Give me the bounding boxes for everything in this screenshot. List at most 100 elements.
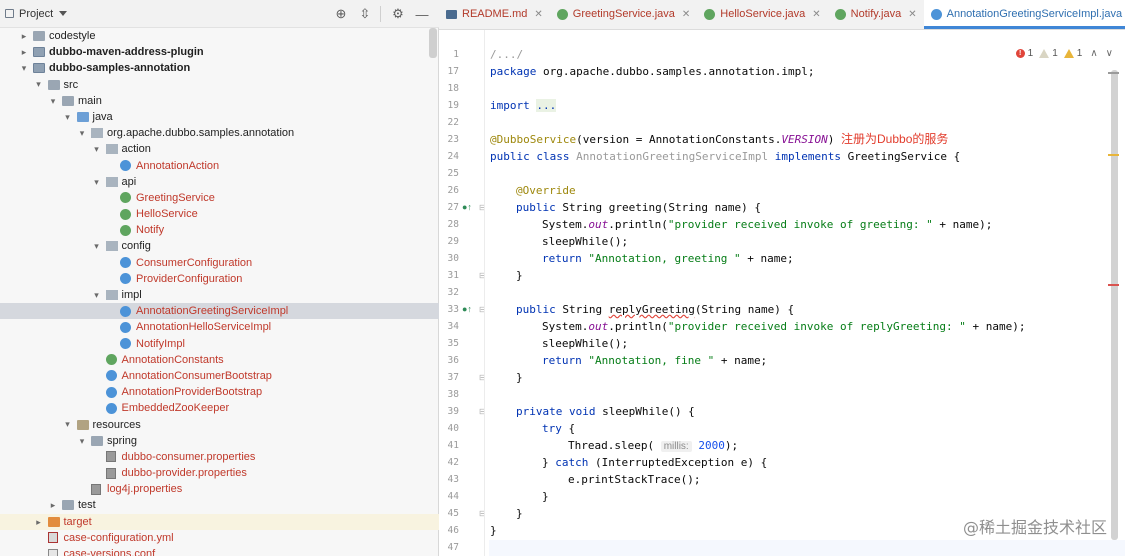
inspection-widget[interactable]: ! 1 1 1 ∧ ∨ <box>1010 48 1113 59</box>
tree-item[interactable]: ▾ src <box>0 77 439 93</box>
tree-scrollbar[interactable] <box>429 28 437 58</box>
line-number[interactable]: 31 <box>439 270 459 281</box>
tree-item[interactable]: ▾ config <box>0 238 439 254</box>
line-number[interactable]: 32 <box>439 287 459 298</box>
line-number[interactable]: 35 <box>439 338 459 349</box>
line-number[interactable]: 22 <box>439 117 459 128</box>
tree-item[interactable]: log4j.properties <box>0 481 439 497</box>
chevron-down-icon[interactable]: ▾ <box>33 77 45 93</box>
tree-item[interactable]: dubbo-provider.properties <box>0 465 439 481</box>
chevron-down-icon[interactable]: ▾ <box>91 287 103 303</box>
line-number[interactable]: 38 <box>439 389 459 400</box>
tree-item[interactable]: AnnotationHelloServiceImpl <box>0 319 439 335</box>
folded-imports[interactable]: ... <box>536 99 557 112</box>
line-number[interactable]: 34 <box>439 321 459 332</box>
tree-item[interactable]: case-versions.conf <box>0 546 439 556</box>
tree-item[interactable]: case-configuration.yml <box>0 530 439 546</box>
line-number[interactable]: 36 <box>439 355 459 366</box>
collapsed-header-comment[interactable]: /.../ <box>490 48 523 61</box>
tree-item[interactable]: AnnotationAction <box>0 158 439 174</box>
code-editor[interactable]: 1 17 18 19 22 23 24 25 26 27 28 29 30 31 32 33 34 35 36 37 3… <box>439 30 1125 556</box>
chevron-down-icon[interactable]: ▾ <box>91 141 103 157</box>
line-number[interactable]: 17 <box>439 66 459 77</box>
line-number[interactable]: 37 <box>439 372 459 383</box>
method-name-with-error[interactable]: replyGreeting <box>609 303 695 316</box>
previous-problem-icon[interactable]: ∧ <box>1090 48 1097 59</box>
line-number[interactable]: 43 <box>439 474 459 485</box>
line-number[interactable]: 1 <box>439 49 459 60</box>
next-problem-icon[interactable]: ∨ <box>1106 48 1113 59</box>
tree-item[interactable]: ▾ api <box>0 174 439 190</box>
tree-item[interactable]: GreetingService <box>0 190 439 206</box>
line-number[interactable]: 47 <box>439 542 459 553</box>
warning-stripe-mark[interactable] <box>1108 154 1119 156</box>
chevron-down-icon[interactable]: ▾ <box>91 238 103 254</box>
warning-count[interactable]: 1 <box>1039 48 1058 59</box>
editor-tab[interactable]: GreetingService.java ✕ <box>550 0 698 29</box>
tree-item[interactable]: AnnotationConstants <box>0 352 439 368</box>
tree-item[interactable]: AnnotationProviderBootstrap <box>0 384 439 400</box>
chevron-down-icon[interactable]: ▾ <box>76 433 88 449</box>
close-icon[interactable]: ✕ <box>908 9 916 20</box>
error-count[interactable]: ! 1 <box>1015 48 1033 59</box>
line-number[interactable]: 18 <box>439 83 459 94</box>
close-icon[interactable]: ✕ <box>812 9 820 20</box>
line-number[interactable]: 40 <box>439 423 459 434</box>
line-number[interactable]: 46 <box>439 525 459 536</box>
tree-item[interactable]: EmbeddedZooKeeper <box>0 400 439 416</box>
line-number[interactable]: 33 <box>439 304 459 315</box>
line-number[interactable]: 28 <box>439 219 459 230</box>
tree-item[interactable]: ▸ test <box>0 497 439 513</box>
tree-item[interactable]: ▸ target <box>0 513 439 530</box>
line-number[interactable]: 39 <box>439 406 459 417</box>
tree-item[interactable]: NotifyImpl <box>0 336 439 352</box>
tree-item[interactable]: AnnotationGreetingServiceImpl <box>0 303 439 320</box>
scrollbar-thumb[interactable] <box>1111 70 1118 540</box>
editor-tab[interactable]: README.md ✕ <box>439 0 550 29</box>
editor-tab[interactable]: HelloService.java ✕ <box>697 0 827 29</box>
tree-item[interactable]: dubbo-consumer.properties <box>0 449 439 465</box>
line-number[interactable]: 41 <box>439 440 459 451</box>
editor-tab[interactable]: Notify.java ✕ <box>828 0 924 29</box>
tree-item[interactable]: ▾ main <box>0 93 439 109</box>
chevron-down-icon[interactable]: ▾ <box>47 93 59 109</box>
line-number[interactable]: 30 <box>439 253 459 264</box>
minimize-icon[interactable]: — <box>411 3 433 25</box>
tree-item[interactable]: Notify <box>0 222 439 238</box>
tree-item[interactable]: ▾ spring <box>0 433 439 449</box>
tree-item[interactable]: ▾ dubbo-samples-annotation <box>0 60 439 76</box>
line-number[interactable]: 19 <box>439 100 459 111</box>
tree-item[interactable]: AnnotationConsumerBootstrap <box>0 368 439 384</box>
editor-tab[interactable]: AnnotationGreetingServiceImpl.java✕ <box>923 0 1125 29</box>
tree-item[interactable]: ConsumerConfiguration <box>0 255 439 271</box>
tree-item[interactable]: ProviderConfiguration <box>0 271 439 287</box>
line-number[interactable]: 44 <box>439 491 459 502</box>
chevron-right-icon[interactable]: ▸ <box>18 44 30 60</box>
line-number[interactable]: 29 <box>439 236 459 247</box>
close-icon[interactable]: ✕ <box>534 9 542 20</box>
line-number[interactable]: 27 <box>439 202 459 213</box>
close-icon[interactable]: ✕ <box>682 9 690 20</box>
tree-item[interactable]: ▸ codestyle <box>0 28 439 44</box>
tree-item[interactable]: ▾ java <box>0 109 439 125</box>
chevron-down-icon[interactable]: ▾ <box>18 60 30 76</box>
chevron-right-icon[interactable]: ▸ <box>18 28 30 44</box>
weak-warning-count[interactable]: 1 <box>1063 48 1082 59</box>
tree-item[interactable]: ▾ org.apache.dubbo.samples.annotation <box>0 125 439 141</box>
code-area[interactable]: /.../ package org.apache.dubbo.samples.a… <box>490 30 1110 556</box>
editor-scrollbar[interactable] <box>1108 70 1119 540</box>
collapse-all-icon[interactable]: ⇳ <box>354 3 376 25</box>
line-number[interactable]: 42 <box>439 457 459 468</box>
implements-icon[interactable]: ●↑ <box>462 202 472 212</box>
select-opened-file-icon[interactable]: ⊕ <box>330 3 352 25</box>
error-stripe-mark[interactable] <box>1108 72 1119 74</box>
chevron-down-icon[interactable]: ▾ <box>62 109 74 125</box>
line-number[interactable]: 45 <box>439 508 459 519</box>
chevron-right-icon[interactable]: ▸ <box>33 514 45 530</box>
chevron-down-icon[interactable]: ▾ <box>62 417 74 433</box>
project-view-selector[interactable]: Project <box>0 0 68 27</box>
chevron-down-icon[interactable]: ▾ <box>91 174 103 190</box>
chevron-down-icon[interactable]: ▾ <box>76 125 88 141</box>
tree-item[interactable]: HelloService <box>0 206 439 222</box>
line-number[interactable]: 26 <box>439 185 459 196</box>
